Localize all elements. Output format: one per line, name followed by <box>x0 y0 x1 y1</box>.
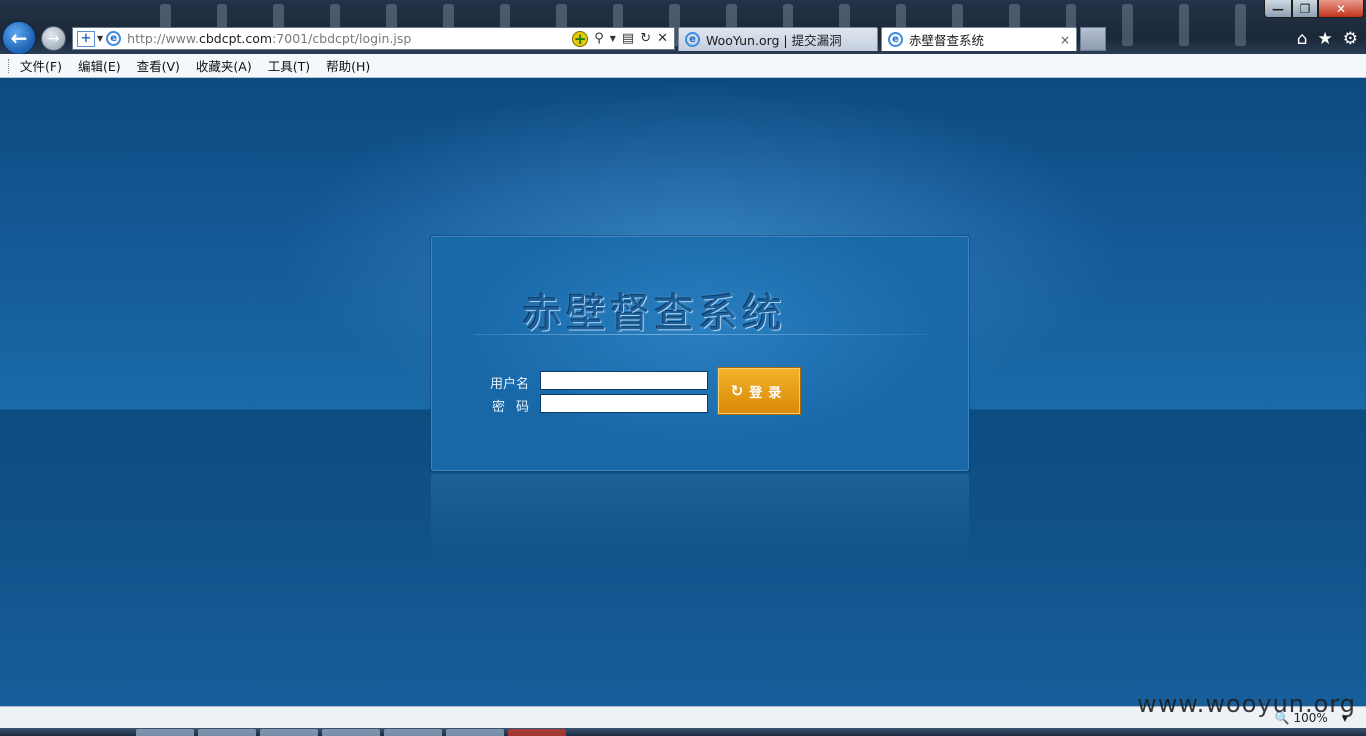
address-tools: + ⚲ ▼ ▤ ↻ ✕ <box>572 30 668 47</box>
title-divider <box>474 334 929 335</box>
favorites-star-icon[interactable]: ★ <box>1318 29 1333 49</box>
menu-edit[interactable]: 编辑(E) <box>78 56 121 75</box>
panel-reflection <box>431 474 969 559</box>
compat-page-icon[interactable]: ▤ <box>622 31 634 46</box>
ie-logo-icon: e <box>888 32 903 47</box>
chevron-down-icon[interactable]: ▼ <box>610 34 616 43</box>
username-input[interactable] <box>540 371 708 390</box>
tab-chibi-system[interactable]: e 赤壁督查系统 × <box>881 27 1077 51</box>
back-arrow-icon: ← <box>10 26 28 50</box>
username-label: 用户名 <box>490 377 530 392</box>
menu-favorites[interactable]: 收藏夹(A) <box>196 56 252 75</box>
login-refresh-icon: ↻ <box>730 382 744 400</box>
browser-right-icons: ⌂ ★ ⚙ <box>1297 29 1358 49</box>
forward-arrow-icon: → <box>47 30 60 47</box>
taskbar-item[interactable] <box>384 729 442 736</box>
taskbar-item[interactable] <box>198 729 256 736</box>
login-button-label: 登录 <box>749 385 788 401</box>
stop-icon[interactable]: ✕ <box>657 31 668 46</box>
tab-label: 赤壁督查系统 <box>909 33 985 48</box>
tab-wooyun[interactable]: e WooYun.org | 提交漏洞 <box>678 27 878 51</box>
window-controls: — ❐ ✕ <box>1264 0 1364 18</box>
taskbar-item[interactable] <box>322 729 380 736</box>
refresh-icon[interactable]: ↻ <box>640 31 651 46</box>
compat-view-icon[interactable]: + <box>77 30 95 47</box>
back-button[interactable]: ← <box>2 21 36 55</box>
menubar-grip <box>8 58 12 73</box>
menu-view[interactable]: 查看(V) <box>137 56 180 75</box>
login-button[interactable]: ↻ 登录 <box>718 368 800 414</box>
ie-logo-icon: e <box>685 32 700 47</box>
new-tab-button[interactable] <box>1080 27 1106 51</box>
watermark-text: www.wooyun.org <box>1137 690 1356 718</box>
add-icon[interactable]: + <box>572 30 589 47</box>
login-page: 赤壁督查系统 用户名 密码 ↻ 登录 <box>0 78 1366 706</box>
taskbar-item[interactable] <box>508 729 566 736</box>
taskbar-item[interactable] <box>136 729 194 736</box>
maximize-button[interactable]: ❐ <box>1292 0 1318 18</box>
login-panel: 赤壁督查系统 用户名 密码 ↻ 登录 <box>431 236 969 471</box>
close-window-button[interactable]: ✕ <box>1318 0 1364 18</box>
menu-file[interactable]: 文件(F) <box>20 56 62 75</box>
search-icon[interactable]: ⚲ <box>594 31 604 46</box>
tab-strip: e WooYun.org | 提交漏洞 e 赤壁督查系统 × <box>678 27 1106 51</box>
menu-bar: 文件(F) 编辑(E) 查看(V) 收藏夹(A) 工具(T) 帮助(H) <box>0 54 1366 78</box>
close-tab-icon[interactable]: × <box>1050 33 1070 47</box>
menu-tools[interactable]: 工具(T) <box>268 56 310 75</box>
minimize-button[interactable]: — <box>1264 0 1292 18</box>
ie-logo-icon: e <box>106 31 122 46</box>
tab-label: WooYun.org | 提交漏洞 <box>706 33 842 48</box>
password-input[interactable] <box>540 394 708 413</box>
windows-taskbar <box>0 728 1366 736</box>
address-bar[interactable]: + ▼ e http://www.cbdcpt.com:7001/cbdcpt/… <box>72 27 675 50</box>
system-title: 赤壁督查系统 <box>522 291 786 337</box>
password-label: 密码 <box>492 400 541 415</box>
chevron-down-icon[interactable]: ▼ <box>97 34 103 43</box>
settings-gear-icon[interactable]: ⚙ <box>1343 29 1358 49</box>
menu-help[interactable]: 帮助(H) <box>326 56 370 75</box>
taskbar-item[interactable] <box>260 729 318 736</box>
home-icon[interactable]: ⌂ <box>1297 29 1308 49</box>
taskbar-item[interactable] <box>446 729 504 736</box>
address-url[interactable]: http://www.cbdcpt.com:7001/cbdcpt/login.… <box>127 31 572 46</box>
forward-button[interactable]: → <box>41 26 66 51</box>
